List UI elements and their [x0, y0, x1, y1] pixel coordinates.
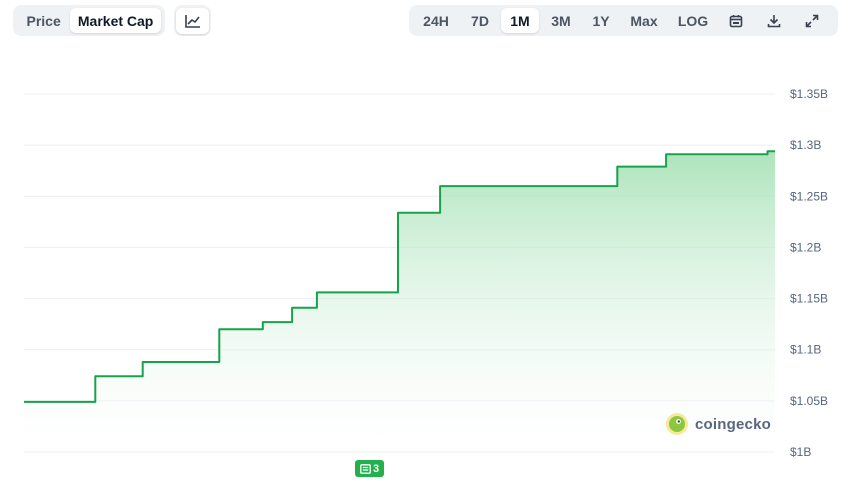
y-axis-labels: $1B $1.05B $1.1B $1.15B $1.2B $1.25B $1.3B $1.3…	[790, 87, 828, 459]
y-tick-label: $1.1B	[790, 343, 821, 357]
newspaper-icon	[360, 463, 371, 474]
y-tick-label: $1.2B	[790, 240, 821, 254]
news-marker[interactable]: 3	[355, 460, 384, 477]
coingecko-watermark: coingecko	[665, 412, 771, 436]
y-tick-label: $1.15B	[790, 292, 828, 306]
y-tick-label: $1.3B	[790, 138, 821, 152]
coingecko-logo-icon	[666, 413, 688, 435]
watermark-text: coingecko	[695, 415, 771, 433]
news-count: 3	[372, 462, 380, 475]
y-tick-label: $1.35B	[790, 87, 828, 101]
y-tick-label: $1.25B	[790, 189, 828, 203]
y-tick-label: $1B	[790, 445, 811, 459]
y-tick-label: $1.05B	[790, 394, 828, 408]
